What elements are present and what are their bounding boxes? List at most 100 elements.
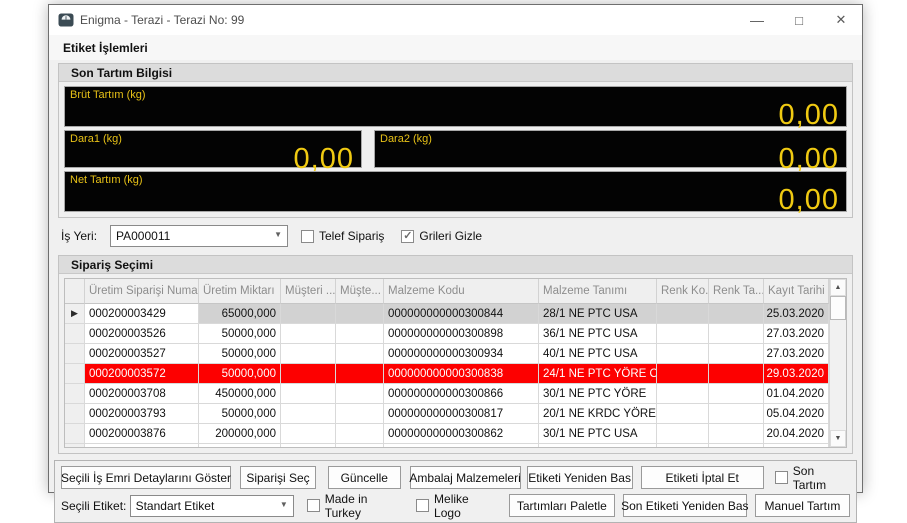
col-order-no[interactable]: Üretim Siparişi Numarası xyxy=(85,279,199,304)
cell-renk-ko xyxy=(657,344,709,364)
cell-musteri1 xyxy=(281,364,336,384)
cell-order-no: 000200003793 xyxy=(85,404,199,424)
net-tartim-value: 0,00 xyxy=(65,186,846,215)
maximize-button[interactable]: □ xyxy=(778,5,820,35)
packaging-materials-button[interactable]: Ambalaj Malzemeleri xyxy=(410,466,521,489)
cell-date: 27.03.2020 xyxy=(764,344,829,364)
vertical-scrollbar[interactable]: ▲ ▼ xyxy=(829,279,846,447)
cell-order-no: 000200003526 xyxy=(85,324,199,344)
cell-musteri2 xyxy=(336,404,384,424)
col-desc[interactable]: Malzeme Tanımı xyxy=(539,279,657,304)
col-qty[interactable]: Üretim Miktarı xyxy=(199,279,281,304)
cell-date: 25.03.2020 xyxy=(764,304,829,324)
cell-order-no: 000200003876 xyxy=(85,424,199,444)
secili-etiket-value: Standart Etiket xyxy=(136,499,215,513)
is-yeri-value: PA000011 xyxy=(116,229,170,243)
cell-renk-ko xyxy=(657,424,709,444)
footer-panel: Seçili İş Emri Detaylarını Göster Sipari… xyxy=(54,460,857,523)
manual-weigh-button[interactable]: Manuel Tartım xyxy=(755,494,850,517)
show-work-order-details-button[interactable]: Seçili İş Emri Detaylarını Göster xyxy=(61,466,231,489)
cell-renk-ta xyxy=(709,324,764,344)
telef-siparis-checkbox[interactable]: Telef Sipariş xyxy=(301,229,384,243)
cell-renk-ta xyxy=(709,364,764,384)
cell-renk-ko xyxy=(657,384,709,404)
cell-code: 000000000000300862 xyxy=(384,424,539,444)
cell-desc: 36/1 NE PTC USA xyxy=(539,324,657,344)
brut-tartim-value: 0,00 xyxy=(65,101,846,130)
table-row[interactable]: 000200003527 50000,000 00000000000030093… xyxy=(65,344,829,364)
cancel-label-button[interactable]: Etiketi İptal Et xyxy=(641,466,764,489)
grileri-gizle-label: Grileri Gizle xyxy=(419,229,482,243)
cell-musteri2 xyxy=(336,344,384,364)
col-renk-ko[interactable]: Renk Ko... xyxy=(657,279,709,304)
cell-qty: 50000,000 xyxy=(199,364,281,384)
palletize-weighings-button[interactable]: Tartımları Paletle xyxy=(509,494,615,517)
dara1-display: Dara1 (kg) 0,00 xyxy=(64,130,362,168)
siparis-secimi-group-title: Sipariş Seçimi xyxy=(59,256,852,274)
table-row[interactable]: 000200003708 450000,000 0000000000003008… xyxy=(65,384,829,404)
cell-desc: 28/1 NE PTC USA xyxy=(539,304,657,324)
scrollbar-thumb[interactable] xyxy=(830,296,846,320)
update-button[interactable]: Güncelle xyxy=(328,466,401,489)
cell-renk-ta xyxy=(709,384,764,404)
close-button[interactable]: ✕ xyxy=(820,5,862,35)
table-row-partial xyxy=(65,444,829,447)
col-musteri2[interactable]: Müşte... xyxy=(336,279,384,304)
workplace-row: İş Yeri: PA000011 ▼ Telef Sipariş ✓ Gril… xyxy=(61,225,853,247)
cell-musteri1 xyxy=(281,344,336,364)
table-row[interactable]: 000200003793 50000,000 00000000000030081… xyxy=(65,404,829,424)
checkbox-check-icon: ✓ xyxy=(401,230,414,243)
reprint-label-button[interactable]: Etiketi Yeniden Bas xyxy=(527,466,633,489)
cell-date: 20.04.2020 xyxy=(764,424,829,444)
cell-code: 000000000000300898 xyxy=(384,324,539,344)
cell-desc: 40/1 NE PTC USA xyxy=(539,344,657,364)
col-code[interactable]: Malzeme Kodu xyxy=(384,279,539,304)
cell-musteri2 xyxy=(336,324,384,344)
scroll-up-icon[interactable]: ▲ xyxy=(830,279,846,296)
scroll-down-icon[interactable]: ▼ xyxy=(830,430,846,447)
made-in-turkey-checkbox[interactable]: Made in Turkey xyxy=(307,492,402,520)
is-yeri-combobox[interactable]: PA000011 ▼ xyxy=(110,225,288,247)
cell-order-no: 000200003429 xyxy=(85,304,199,324)
son-tartim-group: Son Tartım Bilgisi Brüt Tartım (kg) 0,00… xyxy=(58,63,853,218)
table-row-selected[interactable]: 000200003572 50000,000 00000000000030083… xyxy=(65,364,829,384)
melike-logo-checkbox[interactable]: Melike Logo xyxy=(416,492,495,520)
dara2-label: Dara2 (kg) xyxy=(375,131,846,145)
reprint-last-label-button[interactable]: Son Etiketi Yeniden Bas xyxy=(623,494,747,517)
grid-header-row: Üretim Siparişi Numarası Üretim Miktarı … xyxy=(65,279,829,304)
menu-etiket-islemleri[interactable]: Etiket İşlemleri xyxy=(49,41,156,55)
net-tartim-label: Net Tartım (kg) xyxy=(65,172,846,186)
menu-bar: Etiket İşlemleri xyxy=(49,35,862,60)
cell-desc: 30/1 NE PTC USA xyxy=(539,424,657,444)
net-tartim-display: Net Tartım (kg) 0,00 xyxy=(64,171,847,212)
table-row[interactable]: 000200003876 200000,000 0000000000003008… xyxy=(65,424,829,444)
cell-date: 27.03.2020 xyxy=(764,324,829,344)
secili-etiket-combobox[interactable]: Standart Etiket ▼ xyxy=(130,495,294,517)
is-yeri-label: İş Yeri: xyxy=(61,229,107,243)
made-in-turkey-label: Made in Turkey xyxy=(325,492,402,520)
cell-order-no: 000200003708 xyxy=(85,384,199,404)
cell-order-no: 000200003572 xyxy=(85,364,199,384)
cell-musteri2 xyxy=(336,364,384,384)
cell-desc: 20/1 NE KRDC YÖRE ... xyxy=(539,404,657,424)
col-date[interactable]: Kayıt Tarihi xyxy=(764,279,829,304)
cell-musteri1 xyxy=(281,404,336,424)
cell-code: 000000000000300866 xyxy=(384,384,539,404)
select-order-button[interactable]: Siparişi Seç xyxy=(240,466,316,489)
son-tartim-checkbox[interactable]: Son Tartım xyxy=(775,464,850,492)
dara1-value: 0,00 xyxy=(65,145,361,174)
orders-grid: Üretim Siparişi Numarası Üretim Miktarı … xyxy=(64,278,847,448)
grileri-gizle-checkbox[interactable]: ✓ Grileri Gizle xyxy=(401,229,482,243)
cell-renk-ko xyxy=(657,364,709,384)
cell-renk-ko xyxy=(657,404,709,424)
app-window: Enigma - Terazi - Terazi No: 99 — □ ✕ Et… xyxy=(48,4,863,493)
cell-qty: 50000,000 xyxy=(199,344,281,364)
cell-code: 000000000000300817 xyxy=(384,404,539,424)
col-musteri1[interactable]: Müşteri ... xyxy=(281,279,336,304)
cell-musteri2 xyxy=(336,304,384,324)
col-renk-ta[interactable]: Renk Ta... xyxy=(709,279,764,304)
minimize-button[interactable]: — xyxy=(736,5,778,35)
table-row[interactable]: 000200003526 50000,000 00000000000030089… xyxy=(65,324,829,344)
cell-renk-ko xyxy=(657,324,709,344)
table-row[interactable]: ▶ 000200003429 65000,000 000000000000300… xyxy=(65,304,829,324)
